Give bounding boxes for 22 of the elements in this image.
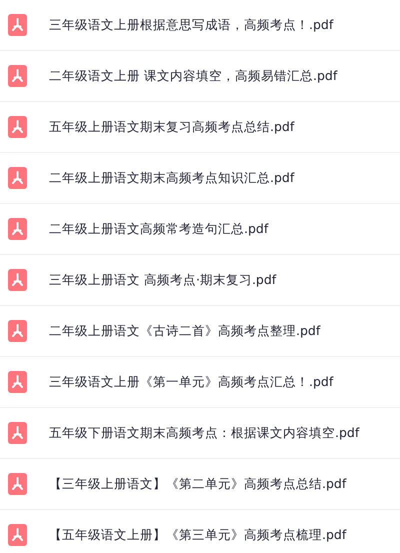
file-name[interactable]: 二年级语文上册 课文内容填空，高频易错汇总.pdf [49, 66, 338, 86]
pdf-file-icon [8, 524, 27, 546]
file-name[interactable]: 五年级上册语文期末复习高频考点总结.pdf [49, 118, 294, 136]
pdf-file-icon [8, 320, 27, 342]
pdf-file-icon [8, 218, 27, 240]
file-name[interactable]: 【三年级上册语文】《第二单元》高频考点总结.pdf [49, 474, 346, 494]
pdf-file-icon [8, 473, 27, 495]
file-name[interactable]: 五年级下册语文期末高频考点：根据课文内容填空.pdf [49, 424, 360, 442]
pdf-file-icon [8, 422, 27, 444]
file-name[interactable]: 二年级上册语文《古诗二首》高频考点整理.pdf [49, 322, 320, 340]
pdf-file-icon [8, 167, 27, 189]
pdf-file-icon [8, 65, 27, 87]
file-name[interactable]: 【五年级语文上册】《第三单元》高频考点梳理.pdf [49, 526, 346, 544]
file-name[interactable]: 二年级上册语文高频常考造句汇总.pdf [49, 220, 268, 238]
file-name[interactable]: 二年级上册语文期末高频考点知识汇总.pdf [49, 168, 294, 188]
pdf-file-icon [8, 371, 27, 393]
file-name[interactable]: 三年级语文上册《第一单元》高频考点汇总！.pdf [49, 372, 334, 392]
pdf-file-icon [8, 269, 27, 291]
pdf-file-icon [8, 14, 27, 36]
file-name[interactable]: 三年级语文上册根据意思写成语，高频考点！.pdf [49, 16, 334, 34]
pdf-file-icon [8, 116, 27, 138]
file-name[interactable]: 三年级上册语文 高频考点·期末复习.pdf [49, 270, 276, 290]
